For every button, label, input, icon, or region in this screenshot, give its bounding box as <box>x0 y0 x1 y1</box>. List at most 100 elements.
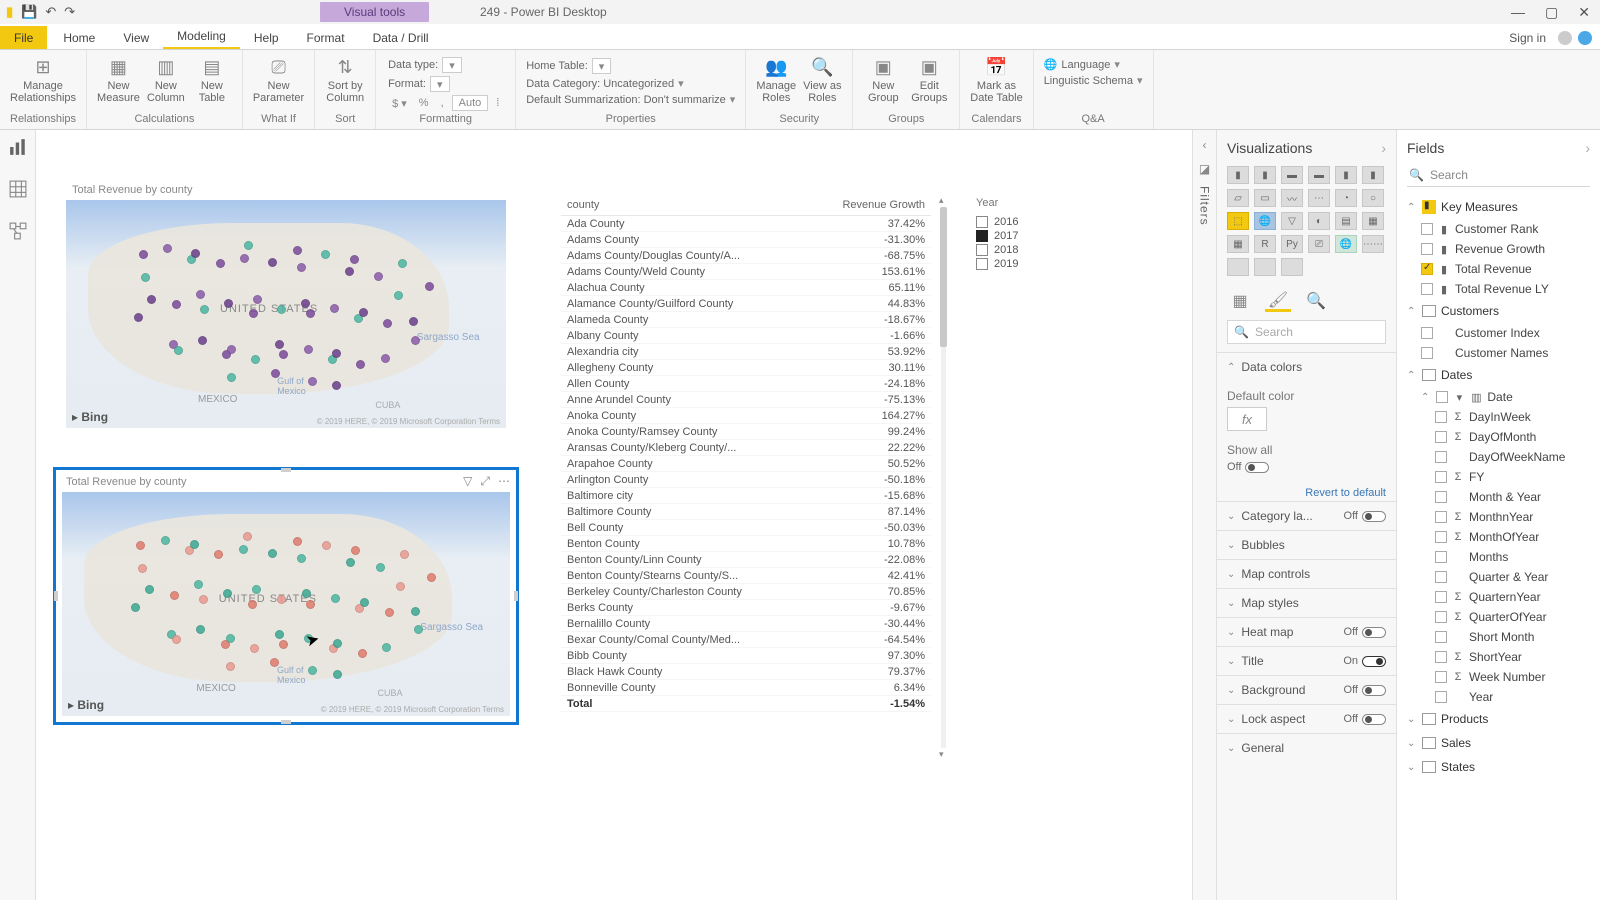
data-view-button[interactable] <box>7 178 29 200</box>
table-row[interactable]: Benton County10.78% <box>561 536 931 552</box>
table-row[interactable]: Adams County/Douglas County/A...-68.75% <box>561 248 931 264</box>
table-row[interactable]: Black Hawk County79.37% <box>561 664 931 680</box>
scrollbar[interactable]: ▴ ▾ <box>937 195 951 760</box>
new-group-button[interactable]: ▣New Group <box>863 54 903 104</box>
tab-data-drill[interactable]: Data / Drill <box>359 26 443 49</box>
table-row[interactable]: Bonneville County6.34% <box>561 680 931 696</box>
table-row[interactable]: Aransas County/Kleberg County/...22.22% <box>561 440 931 456</box>
field-checkbox[interactable] <box>1421 243 1433 255</box>
viz-type-button[interactable] <box>1254 258 1276 276</box>
field-item[interactable]: ▮Total Revenue <box>1397 259 1600 279</box>
title-toggle[interactable]: On <box>1343 655 1386 667</box>
table-row[interactable]: Albany County-1.66% <box>561 328 931 344</box>
new-parameter-button[interactable]: ⎚New Parameter <box>253 54 304 104</box>
viz-type-button[interactable]: 〰 <box>1281 189 1303 207</box>
checkbox-icon[interactable] <box>976 230 988 242</box>
field-item[interactable]: ΣShortYear <box>1397 647 1600 667</box>
field-checkbox[interactable] <box>1435 591 1447 603</box>
table-row[interactable]: Bexar County/Comal County/Med...-64.54% <box>561 632 931 648</box>
column-header-growth[interactable]: Revenue Growth <box>807 195 931 216</box>
field-item[interactable]: ΣQuarterOfYear <box>1397 607 1600 627</box>
field-item[interactable]: Month & Year <box>1397 487 1600 507</box>
field-table-states[interactable]: ⌄States <box>1397 755 1600 779</box>
fields-tab-icon[interactable]: ▦ <box>1227 290 1253 312</box>
viz-type-button[interactable]: ⎚ <box>1308 235 1330 253</box>
field-item[interactable]: ΣDayOfMonth <box>1397 427 1600 447</box>
table-row[interactable]: Allegheny County30.11% <box>561 360 931 376</box>
report-canvas[interactable]: Total Revenue by county UNITED STATES ME… <box>36 130 1216 900</box>
map-visual-2-selected[interactable]: ▽ ⤢ ⋯ Total Revenue by county UNITED STA… <box>56 470 516 722</box>
expand-filters-icon[interactable]: ‹ <box>1203 138 1207 152</box>
table-row[interactable]: Anoka County/Ramsey County99.24% <box>561 424 931 440</box>
map-visual-1[interactable]: Total Revenue by county UNITED STATES ME… <box>66 180 506 428</box>
field-table-sales[interactable]: ⌄Sales <box>1397 731 1600 755</box>
manage-relationships-button[interactable]: ⊞Manage Relationships <box>10 54 76 104</box>
currency-button[interactable]: $ ▾ <box>388 96 411 111</box>
tab-home[interactable]: Home <box>49 26 109 49</box>
signin-link[interactable]: Sign in <box>1497 27 1558 49</box>
field-checkbox[interactable] <box>1435 651 1447 663</box>
maximize-icon[interactable]: ▢ <box>1545 4 1558 21</box>
section-data-colors[interactable]: ⌃Data colors <box>1217 352 1396 381</box>
heat-map-toggle[interactable]: Off <box>1344 626 1386 638</box>
field-item[interactable]: Customer Index <box>1397 323 1600 343</box>
table-row[interactable]: Benton County/Stearns County/S...42.41% <box>561 568 931 584</box>
slicer-item[interactable]: 2019 <box>976 257 1096 271</box>
field-item[interactable]: Customer Names <box>1397 343 1600 363</box>
new-measure-button[interactable]: ▦New Measure <box>97 54 140 104</box>
language-dropdown[interactable]: Language <box>1061 59 1110 71</box>
viz-type-button[interactable]: ○ <box>1362 189 1384 207</box>
slicer-item[interactable]: 2017 <box>976 229 1096 243</box>
field-checkbox[interactable] <box>1435 691 1447 703</box>
field-checkbox[interactable] <box>1435 611 1447 623</box>
field-item[interactable]: Months <box>1397 547 1600 567</box>
viz-type-button[interactable]: ⋯ <box>1308 189 1330 207</box>
field-item[interactable]: ΣFY <box>1397 467 1600 487</box>
table-row[interactable]: Baltimore County87.14% <box>561 504 931 520</box>
field-item[interactable]: ΣMonthOfYear <box>1397 527 1600 547</box>
tab-view[interactable]: View <box>109 26 163 49</box>
fields-search-input[interactable]: 🔍 Search <box>1407 164 1590 187</box>
format-dropdown[interactable]: ▾ <box>430 76 450 92</box>
field-checkbox[interactable] <box>1435 671 1447 683</box>
lock-aspect-toggle[interactable]: Off <box>1344 713 1386 725</box>
collapse-pane-icon[interactable]: › <box>1585 140 1590 156</box>
tab-modeling[interactable]: Modeling <box>163 24 240 49</box>
field-checkbox[interactable] <box>1435 471 1447 483</box>
table-row[interactable]: Arlington County-50.18% <box>561 472 931 488</box>
viz-type-button[interactable]: ▮ <box>1362 166 1384 184</box>
table-row[interactable]: Alamance County/Guilford County44.83% <box>561 296 931 312</box>
comma-button[interactable]: , <box>437 96 448 110</box>
section-title[interactable]: ⌄Title On <box>1217 646 1396 675</box>
viz-type-button[interactable]: ▮ <box>1254 166 1276 184</box>
field-item[interactable]: ΣMonthnYear <box>1397 507 1600 527</box>
sort-by-column-button[interactable]: ⇅Sort by Column <box>325 54 365 104</box>
field-item[interactable]: ▮Customer Rank <box>1397 219 1600 239</box>
field-checkbox[interactable] <box>1421 283 1433 295</box>
viz-type-button[interactable]: ⬚ <box>1227 212 1249 230</box>
undo-icon[interactable]: ↶ <box>45 4 56 20</box>
table-row[interactable]: Allen County-24.18% <box>561 376 931 392</box>
table-row[interactable]: Berks County-9.67% <box>561 600 931 616</box>
field-checkbox[interactable] <box>1435 451 1447 463</box>
field-table-customers[interactable]: ⌃Customers <box>1397 299 1600 323</box>
field-item[interactable]: Year <box>1397 687 1600 707</box>
new-table-button[interactable]: ▤New Table <box>192 54 232 104</box>
viz-type-button[interactable] <box>1227 258 1249 276</box>
datatype-dropdown[interactable]: ▾ <box>442 57 462 73</box>
category-labels-toggle[interactable]: Off <box>1344 510 1386 522</box>
table-row[interactable]: Benton County/Linn County-22.08% <box>561 552 931 568</box>
new-column-button[interactable]: ▥New Column <box>146 54 186 104</box>
table-row[interactable]: Alexandria city53.92% <box>561 344 931 360</box>
focus-mode-icon[interactable]: ⤢ <box>480 474 490 489</box>
section-bubbles[interactable]: ⌄Bubbles <box>1217 530 1396 559</box>
table-row[interactable]: Baltimore city-15.68% <box>561 488 931 504</box>
field-item[interactable]: DayOfWeekName <box>1397 447 1600 467</box>
viz-type-button[interactable]: ▤ <box>1335 212 1357 230</box>
field-checkbox[interactable] <box>1435 431 1447 443</box>
field-item[interactable]: ΣDayInWeek <box>1397 407 1600 427</box>
field-checkbox[interactable] <box>1435 631 1447 643</box>
edit-groups-button[interactable]: ▣Edit Groups <box>909 54 949 104</box>
checkbox-icon[interactable] <box>976 244 988 256</box>
table-row[interactable]: Arapahoe County50.52% <box>561 456 931 472</box>
